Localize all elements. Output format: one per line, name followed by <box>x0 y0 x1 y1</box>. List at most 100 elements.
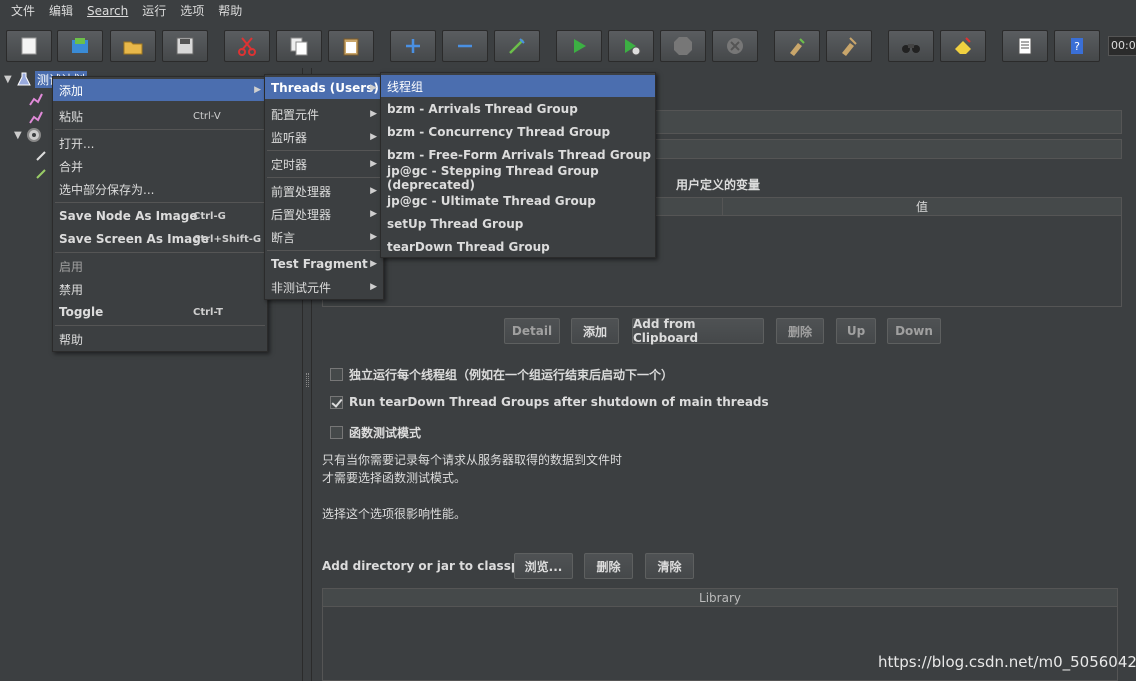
thread-item-teardown[interactable]: tearDown Thread Group <box>381 236 655 258</box>
menu-file[interactable]: 文件 <box>4 0 42 22</box>
library-header[interactable]: Library <box>323 589 1117 607</box>
eraser-icon <box>955 37 971 54</box>
shutdown-button[interactable] <box>712 30 758 62</box>
submenu-arrow-icon: ▶ <box>370 209 377 219</box>
checkbox-box-checked[interactable] <box>330 395 343 409</box>
tree-node-workbench[interactable]: ▼ <box>14 126 42 144</box>
submenu-item-config[interactable]: 配置元件 ▶ <box>265 103 383 125</box>
serialize-threadgroups-checkbox[interactable]: 独立运行每个线程组（例如在一个组运行结束后启动下一个） <box>330 366 673 383</box>
submenu-arrow-icon: ▶ <box>370 159 377 169</box>
new-file-icon <box>21 37 37 55</box>
up-button[interactable]: Up <box>836 318 876 344</box>
menu-item-enable[interactable]: 启用 <box>53 255 267 277</box>
submenu-item-assertion[interactable]: 断言 ▶ <box>265 226 383 248</box>
thread-item-setup[interactable]: setUp Thread Group <box>381 213 655 235</box>
thread-item-stepping[interactable]: jp@gc - Stepping Thread Group (deprecate… <box>381 164 655 192</box>
submenu-arrow-icon: ▶ <box>370 186 377 196</box>
performance-note: 选择这个选项很影响性能。 <box>322 507 467 521</box>
menu-item-label: 粘贴 <box>59 109 84 124</box>
tree-node-child-4[interactable] <box>34 164 50 182</box>
down-button[interactable]: Down <box>887 318 941 344</box>
clear-button[interactable] <box>774 30 820 62</box>
add-from-clipboard-button[interactable]: Add from Clipboard <box>632 317 764 345</box>
submenu-arrow-icon: ▶ <box>370 83 377 93</box>
menu-shortcut: Ctrl-G <box>193 210 226 222</box>
menu-item-save-screen-image[interactable]: Save Screen As Image Ctrl+Shift-G <box>53 228 267 250</box>
add-button[interactable]: 添加 <box>571 318 619 344</box>
submenu-item-postprocessor[interactable]: 后置处理器 ▶ <box>265 203 383 225</box>
splitter-grip[interactable] <box>306 373 309 387</box>
browse-button[interactable]: 浏览... <box>514 553 573 579</box>
name-field[interactable] <box>640 110 1122 134</box>
submenu-item-timer[interactable]: 定时器 ▶ <box>265 153 383 175</box>
menu-item-help[interactable]: 帮助 <box>53 328 267 350</box>
submenu-item-test-fragment[interactable]: Test Fragment ▶ <box>265 253 383 275</box>
menu-item-save-node-image[interactable]: Save Node As Image Ctrl-G <box>53 205 267 227</box>
tree-node-child-2[interactable] <box>28 108 44 126</box>
menu-item-label: 禁用 <box>59 282 84 297</box>
open-button[interactable] <box>110 30 156 62</box>
function-helper-button[interactable] <box>1002 30 1048 62</box>
col-value-header[interactable]: 值 <box>723 198 1121 215</box>
start-no-pause-button[interactable] <box>608 30 654 62</box>
paste-button[interactable] <box>328 30 374 62</box>
classpath-delete-button[interactable]: 删除 <box>584 553 633 579</box>
collapse-button[interactable] <box>442 30 488 62</box>
classpath-clear-button[interactable]: 清除 <box>645 553 694 579</box>
checkbox-box[interactable] <box>330 368 343 381</box>
search-button[interactable] <box>888 30 934 62</box>
thread-item-concurrency[interactable]: bzm - Concurrency Thread Group <box>381 121 655 143</box>
menu-item-merge[interactable]: 合并 <box>53 155 267 177</box>
tool-icon <box>36 151 46 161</box>
menu-item-label: 启用 <box>59 259 84 274</box>
menu-item-label: bzm - Free-Form Arrivals Thread Group <box>387 148 651 162</box>
templates-button[interactable] <box>57 30 103 62</box>
start-button[interactable] <box>556 30 602 62</box>
expand-arrow-icon[interactable]: ▼ <box>14 130 26 141</box>
delete-button[interactable]: 删除 <box>776 318 824 344</box>
thread-item-arrivals[interactable]: bzm - Arrivals Thread Group <box>381 98 655 120</box>
menu-item-add[interactable]: 添加 ▶ <box>53 79 267 101</box>
menu-edit[interactable]: 编辑 <box>42 0 80 22</box>
expand-arrow-icon[interactable]: ▼ <box>4 74 16 85</box>
tree-node-child-1[interactable] <box>28 90 44 108</box>
submenu-item-threads[interactable]: Threads (Users) ▶ <box>265 77 383 99</box>
thread-item-thread-group[interactable]: 线程组 <box>381 75 655 97</box>
save-button[interactable] <box>162 30 208 62</box>
menu-item-save-selection[interactable]: 选中部分保存为... <box>53 178 267 200</box>
menu-shortcut: Ctrl+Shift-G <box>193 233 262 245</box>
expand-button[interactable] <box>390 30 436 62</box>
menu-shortcut: Ctrl-T <box>193 306 223 318</box>
cut-button[interactable] <box>224 30 270 62</box>
detail-button[interactable]: Detail <box>504 318 560 344</box>
thread-item-free-form[interactable]: bzm - Free-Form Arrivals Thread Group <box>381 144 655 166</box>
checkbox-box[interactable] <box>330 426 343 439</box>
submenu-item-listener[interactable]: 监听器 ▶ <box>265 126 383 148</box>
functional-mode-checkbox[interactable]: 函数测试模式 <box>330 424 421 441</box>
menu-item-paste[interactable]: 粘贴 Ctrl-V <box>53 105 267 127</box>
new-button[interactable] <box>6 30 52 62</box>
menu-item-toggle[interactable]: Toggle Ctrl-T <box>53 301 267 323</box>
menu-item-label: 选中部分保存为... <box>59 182 155 197</box>
submenu-item-preprocessor[interactable]: 前置处理器 ▶ <box>265 180 383 202</box>
comments-field[interactable] <box>640 139 1122 159</box>
menu-run[interactable]: 运行 <box>135 0 173 22</box>
menu-search[interactable]: Search <box>80 0 135 22</box>
menu-item-open[interactable]: 打开... <box>53 132 267 154</box>
toggle-button[interactable] <box>494 30 540 62</box>
help-button[interactable]: ? <box>1054 30 1100 62</box>
broom-all-icon <box>842 37 857 56</box>
menu-item-label: 监听器 <box>271 130 308 145</box>
menu-options[interactable]: 选项 <box>173 0 211 22</box>
thread-item-ultimate[interactable]: jp@gc - Ultimate Thread Group <box>381 190 655 212</box>
menu-item-disable[interactable]: 禁用 <box>53 278 267 300</box>
stop-button[interactable] <box>660 30 706 62</box>
tree-node-child-3[interactable] <box>34 146 50 164</box>
teardown-on-shutdown-checkbox[interactable]: Run tearDown Thread Groups after shutdow… <box>330 395 769 409</box>
submenu-item-non-test[interactable]: 非测试元件 ▶ <box>265 276 383 298</box>
copy-button[interactable] <box>276 30 322 62</box>
reset-search-button[interactable] <box>940 30 986 62</box>
menu-shortcut: Ctrl-V <box>193 110 221 122</box>
menu-help[interactable]: 帮助 <box>211 0 249 22</box>
clear-all-button[interactable] <box>826 30 872 62</box>
